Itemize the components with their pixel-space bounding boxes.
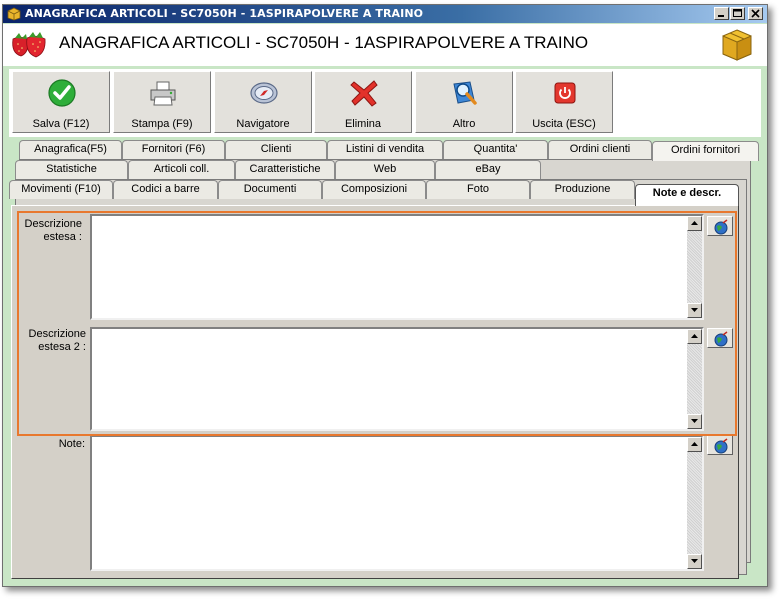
red-x-icon <box>350 80 378 107</box>
app-window: ANAGRAFICA ARTICOLI - SC7050H - 1ASPIRAP… <box>2 4 768 587</box>
tab-composizioni[interactable]: Composizioni <box>322 180 426 199</box>
close-button[interactable] <box>748 7 763 20</box>
save-button[interactable]: Salva (F12) <box>12 71 110 133</box>
arrow-down-icon <box>691 559 698 563</box>
tab-fornitori[interactable]: Fornitori (F6) <box>122 140 225 159</box>
maximize-icon <box>733 9 742 17</box>
tab-quantita[interactable]: Quantita' <box>443 140 548 159</box>
save-label: Salva (F12) <box>32 118 90 130</box>
desc2-label: Descrizione estesa 2 : <box>28 328 86 353</box>
note-label: Note: <box>58 438 85 450</box>
scroll-down-button[interactable] <box>687 303 702 318</box>
desc-label: Descrizione estesa : <box>24 218 82 243</box>
title-bar: ANAGRAFICA ARTICOLI - SC7050H - 1ASPIRAP… <box>3 5 767 23</box>
tab-web[interactable]: Web <box>335 160 435 179</box>
desc2-web-button[interactable] <box>707 328 733 348</box>
desc-scrollbar[interactable] <box>687 216 702 318</box>
arrow-down-icon <box>691 419 698 423</box>
maximize-button[interactable] <box>730 7 745 20</box>
tab-codici-barre[interactable]: Codici a barre <box>113 180 218 199</box>
exit-label: Uscita (ESC) <box>532 118 596 130</box>
app-cube-icon <box>7 7 21 21</box>
tab-foto[interactable]: Foto <box>426 180 530 199</box>
magnifier-book-icon <box>453 81 477 105</box>
tab-ordini-fornitori[interactable]: Ordini fornitori <box>652 141 759 161</box>
header-banner: ANAGRAFICA ARTICOLI - SC7050H - 1ASPIRAP… <box>3 24 767 66</box>
desc2-textarea[interactable] <box>90 327 704 431</box>
scroll-up-button[interactable] <box>687 329 702 344</box>
arrow-down-icon <box>691 308 698 312</box>
minimize-button[interactable] <box>714 7 729 20</box>
minimize-icon <box>718 15 724 17</box>
globe-icon <box>714 331 728 347</box>
desc-web-button[interactable] <box>707 216 733 236</box>
close-icon <box>751 9 760 18</box>
other-button[interactable]: Altro <box>415 71 513 133</box>
globe-icon <box>714 438 728 454</box>
tab-statistiche[interactable]: Statistiche <box>15 160 128 179</box>
arrow-up-icon <box>691 442 698 446</box>
page-title: ANAGRAFICA ARTICOLI - SC7050H - 1ASPIRAP… <box>59 33 589 52</box>
package-cube-icon <box>722 29 752 61</box>
tab-ebay[interactable]: eBay <box>435 160 541 179</box>
tab-anagrafica[interactable]: Anagrafica(F5) <box>19 140 122 159</box>
arrow-up-icon <box>691 221 698 225</box>
tab-caratteristiche[interactable]: Caratteristiche <box>235 160 335 179</box>
note-textarea[interactable] <box>90 435 704 571</box>
strawberry-logo-icon <box>12 32 46 58</box>
scroll-down-button[interactable] <box>687 414 702 429</box>
delete-button[interactable]: Elimina <box>314 71 412 133</box>
scroll-up-button[interactable] <box>687 437 702 452</box>
desc2-scrollbar[interactable] <box>687 329 702 429</box>
exit-button[interactable]: Uscita (ESC) <box>515 71 613 133</box>
tab-panel-note-descr: Descrizione estesa : Descrizione estesa … <box>11 205 739 579</box>
desc-textarea[interactable] <box>90 214 704 320</box>
tab-listini-vendita[interactable]: Listini di vendita <box>327 140 443 159</box>
note-web-button[interactable] <box>707 435 733 455</box>
tab-produzione[interactable]: Produzione <box>530 180 635 199</box>
power-icon <box>554 82 576 104</box>
tab-note-descr[interactable]: Note e descr. <box>635 184 739 206</box>
tab-ordini-clienti[interactable]: Ordini clienti <box>548 140 652 159</box>
globe-icon <box>714 219 728 235</box>
other-label: Altro <box>452 118 476 130</box>
tab-movimenti[interactable]: Movimenti (F10) <box>9 180 113 199</box>
window-title: ANAGRAFICA ARTICOLI - SC7050H - 1ASPIRAP… <box>25 7 424 20</box>
print-label: Stampa (F9) <box>131 118 193 130</box>
compass-icon <box>250 82 278 104</box>
toolbar: Salva (F12) Stampa (F9) Navigatore Elimi… <box>9 69 761 137</box>
tab-clienti[interactable]: Clienti <box>225 140 327 159</box>
tab-articoli-coll[interactable]: Articoli coll. <box>128 160 235 179</box>
note-scrollbar[interactable] <box>687 437 702 569</box>
delete-label: Elimina <box>344 118 382 130</box>
arrow-up-icon <box>691 334 698 338</box>
checkmark-icon <box>48 79 76 107</box>
navigator-label: Navigatore <box>236 118 290 130</box>
tab-documenti[interactable]: Documenti <box>218 180 322 199</box>
print-button[interactable]: Stampa (F9) <box>113 71 211 133</box>
scroll-down-button[interactable] <box>687 554 702 569</box>
scroll-up-button[interactable] <box>687 216 702 231</box>
printer-icon <box>150 81 176 106</box>
navigator-button[interactable]: Navigatore <box>214 71 312 133</box>
